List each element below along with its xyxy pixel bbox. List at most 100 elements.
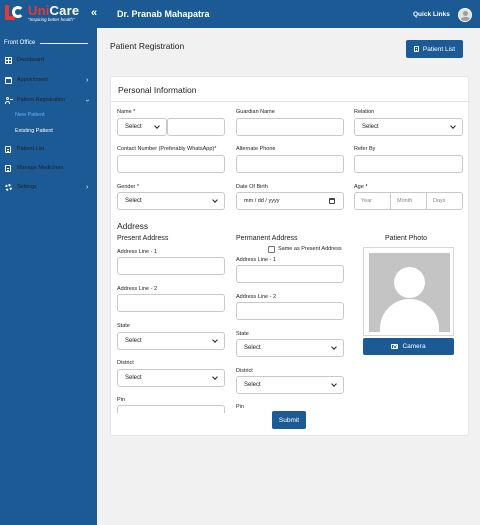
document-icon bbox=[5, 145, 11, 153]
permanent-state-select[interactable]: Select bbox=[236, 339, 344, 357]
sidebar-divider bbox=[40, 43, 88, 44]
name-prefix-value: Select bbox=[125, 124, 142, 130]
logo-name-accent: Uni bbox=[28, 3, 50, 18]
present-district-select[interactable]: Select bbox=[117, 369, 225, 387]
chevron-down-icon bbox=[154, 123, 160, 129]
sidebar-subitem-new-patient[interactable]: New Patient bbox=[15, 112, 45, 118]
permanent-district-value: Select bbox=[244, 382, 261, 388]
logo-tagline: "Inspiring better health" bbox=[28, 17, 75, 22]
user-plus-icon bbox=[5, 96, 13, 104]
date-of-birth-input[interactable]: mm / dd / yyyy bbox=[236, 192, 344, 210]
permanent-district-label: District bbox=[236, 368, 253, 374]
logo-mark-icon bbox=[4, 4, 26, 22]
camera-button[interactable]: Camera bbox=[363, 338, 454, 355]
contact-number-input[interactable] bbox=[117, 155, 225, 173]
present-address-line2-label: Address Line - 2 bbox=[117, 286, 158, 292]
permanent-pin-label: Pin bbox=[236, 404, 244, 410]
age-year-input[interactable]: Year bbox=[354, 192, 391, 210]
quick-links-button[interactable]: Quick Links bbox=[413, 11, 450, 18]
name-input[interactable] bbox=[167, 118, 225, 136]
permanent-address-line2-label: Address Line - 2 bbox=[236, 294, 277, 300]
logo-name: Care bbox=[49, 3, 80, 18]
name-label: Name * bbox=[117, 109, 136, 115]
same-as-present-label: Same as Present Address bbox=[278, 246, 342, 252]
chevron-down-icon bbox=[450, 123, 456, 129]
relation-label: Relation bbox=[354, 109, 375, 115]
permanent-state-value: Select bbox=[244, 345, 261, 351]
sidebar-item-label: Manage Medicines bbox=[17, 165, 64, 171]
section-title: Personal Information bbox=[118, 85, 197, 95]
sidebar-item-dashboard[interactable]: Dashboard bbox=[0, 53, 97, 67]
calendar-icon[interactable] bbox=[329, 198, 335, 204]
patient-list-button-label: Patient List bbox=[422, 45, 456, 53]
guardian-name-input[interactable] bbox=[236, 118, 344, 136]
avatar-placeholder-icon bbox=[369, 253, 450, 332]
refer-by-input[interactable] bbox=[354, 155, 463, 173]
present-address-line1-input[interactable] bbox=[117, 257, 225, 275]
guardian-name-label: Guardian Name bbox=[236, 109, 275, 115]
sidebar-item-label: Patient Registration bbox=[17, 97, 65, 103]
permanent-address-line1-input[interactable] bbox=[236, 265, 344, 283]
age-year-placeholder: Year bbox=[361, 198, 373, 204]
permanent-address-line2-input[interactable] bbox=[236, 302, 344, 320]
patient-list-button[interactable]: Patient List bbox=[406, 40, 463, 58]
permanent-address-title: Permanent Address bbox=[236, 235, 298, 242]
name-prefix-select[interactable]: Select bbox=[117, 118, 167, 136]
chevron-right-icon: › bbox=[86, 76, 89, 84]
sidebar-item-manage-medicines[interactable]: Manage Medicines bbox=[0, 161, 97, 175]
present-state-select[interactable]: Select bbox=[117, 332, 225, 350]
doctor-name: Dr. Pranab Mahapatra bbox=[117, 9, 210, 19]
sidebar-item-appointment[interactable]: Appointment › bbox=[0, 73, 97, 87]
permanent-district-select[interactable]: Select bbox=[236, 376, 344, 394]
sidebar: Front Office Dashboard Appointment › Pat… bbox=[0, 28, 97, 525]
age-month-input[interactable]: Month bbox=[390, 192, 427, 210]
chevron-down-icon bbox=[212, 374, 218, 380]
calendar-icon bbox=[5, 76, 12, 84]
age-days-input[interactable]: Days bbox=[426, 192, 463, 210]
chevron-down-icon bbox=[212, 197, 218, 203]
contact-number-label: Contact Number (Preferably WhatsApp)* bbox=[117, 146, 217, 152]
sidebar-item-label: Appointment bbox=[17, 77, 48, 83]
present-state-label: State bbox=[117, 323, 130, 329]
present-district-label: District bbox=[117, 360, 134, 366]
sidebar-item-label: Dashboard bbox=[17, 57, 44, 63]
present-address-line1-label: Address Line - 1 bbox=[117, 249, 158, 255]
alternate-phone-input[interactable] bbox=[236, 155, 344, 173]
relation-select[interactable]: Select bbox=[354, 118, 463, 136]
dob-placeholder: mm / dd / yyyy bbox=[244, 198, 280, 204]
refer-by-label: Refer By bbox=[354, 146, 376, 152]
page-title: Patient Registration bbox=[110, 41, 185, 51]
present-pin-input[interactable] bbox=[117, 405, 225, 413]
sidebar-item-settings[interactable]: Settings › bbox=[0, 180, 97, 194]
sidebar-item-patient-list[interactable]: Patient List bbox=[0, 142, 97, 156]
unicare-logo[interactable]: UniCare "Inspiring better health" bbox=[4, 4, 79, 24]
age-label: Age * bbox=[354, 184, 368, 190]
gender-label: Gender * bbox=[117, 184, 140, 190]
camera-icon bbox=[391, 344, 399, 349]
permanent-address-line1-label: Address Line - 1 bbox=[236, 257, 277, 263]
sidebar-item-label: Patient List bbox=[17, 146, 45, 152]
submit-button[interactable]: Submit bbox=[272, 411, 306, 429]
user-avatar-icon[interactable] bbox=[458, 8, 472, 22]
present-address-title: Present Address bbox=[117, 235, 169, 242]
top-navbar: UniCare "Inspiring better health" « Dr. … bbox=[0, 0, 480, 28]
same-as-present-checkbox[interactable] bbox=[268, 246, 275, 253]
present-address-line2-input[interactable] bbox=[117, 294, 225, 312]
collapse-sidebar-icon[interactable]: « bbox=[91, 7, 97, 19]
permanent-state-label: State bbox=[236, 331, 249, 337]
document-icon bbox=[413, 46, 419, 52]
camera-button-label: Camera bbox=[402, 343, 426, 350]
card-header: Personal Information bbox=[111, 77, 470, 102]
sidebar-item-patient-registration[interactable]: Patient Registration › bbox=[0, 93, 97, 107]
patient-photo-frame bbox=[363, 247, 454, 336]
sidebar-item-label: Settings bbox=[17, 184, 37, 190]
sidebar-section-title: Front Office bbox=[4, 40, 36, 46]
present-pin-label: Pin bbox=[117, 397, 125, 403]
chevron-down-icon bbox=[331, 381, 337, 387]
sidebar-subitem-existing-patient[interactable]: Existing Patient bbox=[15, 128, 53, 134]
relation-value: Select bbox=[362, 124, 379, 130]
document-icon bbox=[5, 164, 11, 172]
chevron-down-icon: › bbox=[83, 98, 91, 102]
gender-select[interactable]: Select bbox=[117, 192, 225, 210]
dashboard-icon bbox=[5, 56, 12, 64]
